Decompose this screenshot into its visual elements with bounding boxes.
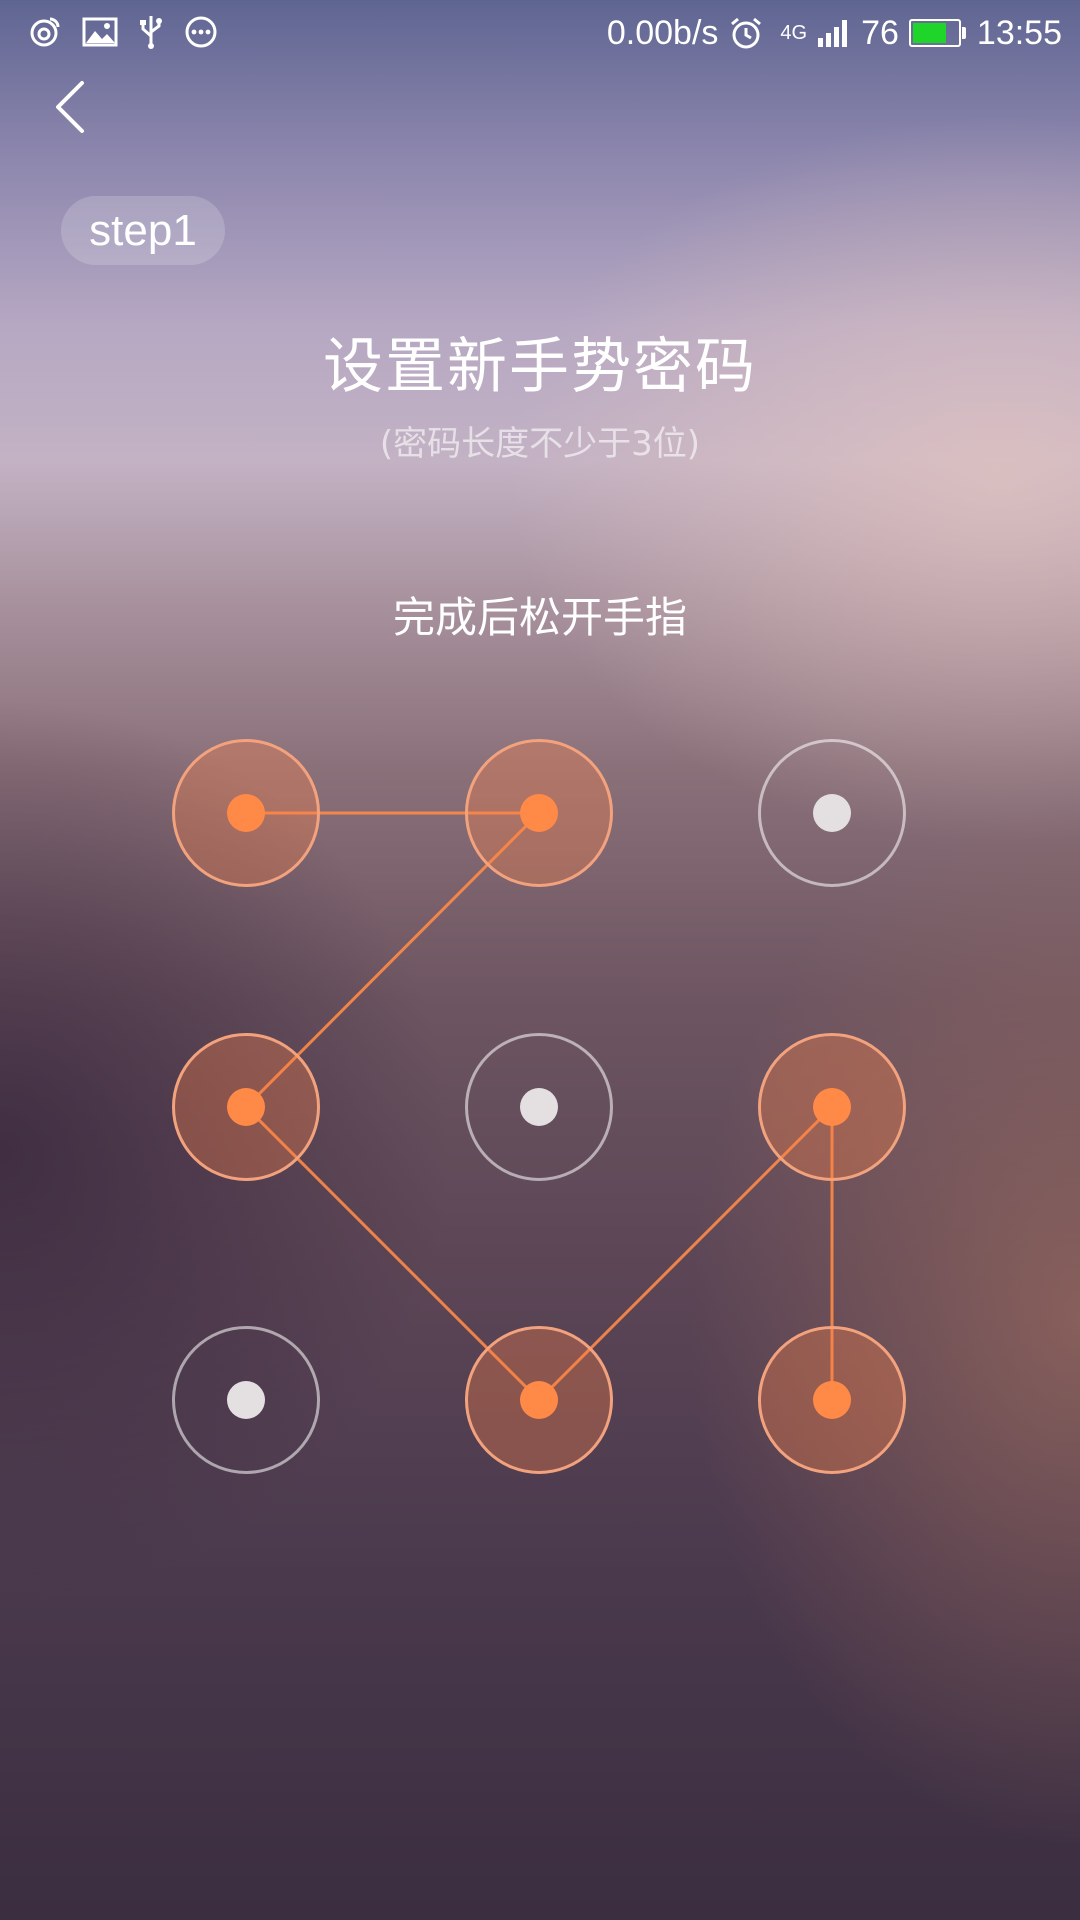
- battery-fill: [912, 23, 947, 43]
- pattern-node-dot: [813, 1088, 851, 1126]
- pattern-node-dot: [227, 794, 265, 832]
- more-icon: [185, 16, 217, 48]
- system-status: 0.00b/s 4G 76 13:55: [607, 10, 1062, 56]
- image-icon: [82, 17, 118, 47]
- status-bar: 0.00b/s 4G 76 13:55: [0, 0, 1080, 66]
- pattern-node-9[interactable]: [758, 1326, 906, 1474]
- battery-level: 76: [861, 13, 899, 52]
- page-title: 设置新手势密码: [323, 332, 757, 402]
- instruction-text: 完成后松开手指: [392, 593, 687, 642]
- net-speed: 0.00b/s: [606, 13, 719, 52]
- notification-icons: [28, 14, 218, 50]
- password-length-hint: (密码长度不少于3位): [379, 424, 701, 464]
- pattern-node-8[interactable]: [465, 1326, 613, 1474]
- pattern-node-1[interactable]: [172, 739, 320, 887]
- weibo-icon: [30, 17, 60, 47]
- pattern-node-dot: [520, 1088, 558, 1126]
- pattern-path: [244, 811, 834, 1402]
- pattern-node-5[interactable]: [465, 1033, 613, 1181]
- pattern-node-dot: [227, 1088, 265, 1126]
- pattern-node-2[interactable]: [465, 739, 613, 887]
- pattern-node-dot: [520, 794, 558, 832]
- chevron-left-icon: [56, 81, 84, 133]
- alarm-icon: [731, 17, 762, 49]
- pattern-node-7[interactable]: [172, 1326, 320, 1474]
- pattern-node-dot: [813, 1381, 851, 1419]
- usb-icon: [140, 16, 162, 49]
- back-button[interactable]: [40, 72, 100, 142]
- pattern-node-6[interactable]: [758, 1033, 906, 1181]
- pattern-node-4[interactable]: [172, 1033, 320, 1181]
- step-indicator: step1: [61, 196, 225, 265]
- clock: 13:55: [976, 13, 1062, 52]
- signal-icon: [818, 20, 848, 47]
- pattern-node-dot: [520, 1381, 558, 1419]
- pattern-node-dot: [227, 1381, 265, 1419]
- network-type: 4G: [780, 21, 808, 44]
- battery-icon: [908, 19, 966, 47]
- pattern-node-dot: [813, 794, 851, 832]
- pattern-node-3[interactable]: [758, 739, 906, 887]
